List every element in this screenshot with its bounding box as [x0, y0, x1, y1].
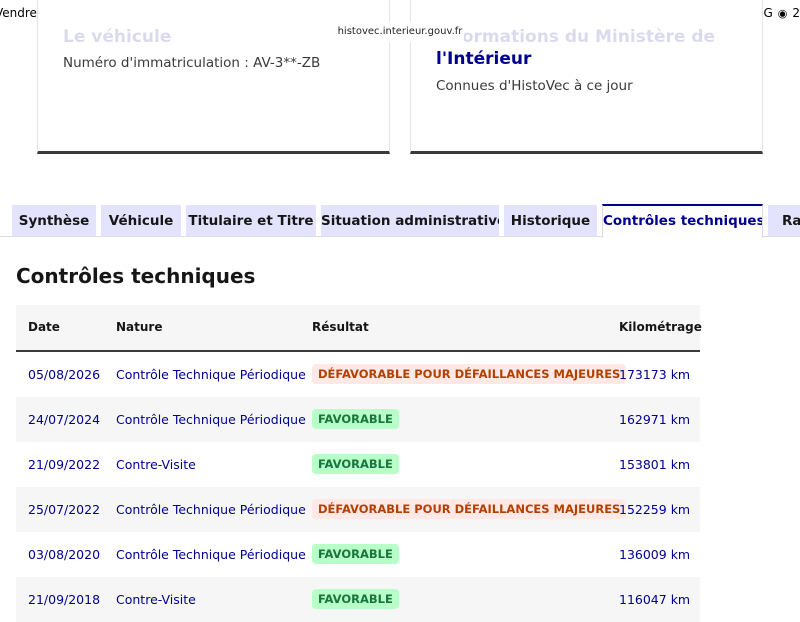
table-header: Date Nature Résultat Kilométrage	[16, 305, 702, 352]
vehicle-card-title: Le véhicule	[63, 27, 172, 47]
tab-vehicule[interactable]: Véhicule	[101, 205, 181, 237]
tab-situation-administrative[interactable]: Situation administrative	[321, 205, 499, 237]
row-date: 25/07/2022	[28, 502, 101, 517]
row-nature: Contrôle Technique Périodique	[116, 547, 306, 562]
table-body: 05/08/2026 Contrôle Technique Périodique D…	[16, 352, 700, 622]
row-date: 24/07/2024	[28, 412, 101, 427]
registration-number: Numéro d'immatriculation : AV-3**-ZB	[63, 55, 321, 71]
tab-controles-techniques[interactable]: Contrôles techniques	[602, 204, 763, 238]
section-title: Contrôles techniques	[16, 264, 256, 288]
wifi-icon: ◉	[777, 6, 788, 20]
tab-bar: Synthèse Véhicule Titulaire et Titre Sit…	[0, 204, 800, 238]
row-mileage: 152259 km	[619, 502, 691, 517]
header-date: Date	[28, 320, 60, 334]
row-date: 05/08/2026	[28, 367, 101, 382]
table-row: 03/08/2020 Contrôle Technique Périodique F…	[16, 532, 700, 577]
url-bar[interactable]: histovec.interieur.gouv.fr	[336, 22, 464, 42]
result-badge: Favorable	[312, 454, 399, 474]
ministry-card-faded-title: Informations du Ministère de	[436, 27, 716, 47]
ministry-card-subtitle: Connues d'HistoVec à ce jour	[436, 78, 633, 94]
row-mileage: 153801 km	[619, 457, 691, 472]
row-nature: Contrôle Technique Périodique	[116, 412, 306, 427]
ministry-card-title: l'Intérieur	[436, 49, 532, 69]
table-row: 25/07/2022 Contrôle Technique Périodique D…	[16, 487, 700, 532]
battery-label: 2	[792, 6, 800, 20]
result-badge: Défavorable pour défaillances majeures	[312, 499, 627, 519]
tab-historique[interactable]: Historique	[504, 205, 597, 237]
row-mileage: 173173 km	[619, 367, 691, 382]
row-nature: Contre-Visite	[116, 457, 196, 472]
row-mileage: 162971 km	[619, 412, 691, 427]
result-badge: Favorable	[312, 409, 399, 429]
result-badge: Favorable	[312, 589, 399, 609]
header-mileage: Kilométrage	[619, 320, 702, 334]
result-badge: Défavorable pour défaillances majeures	[312, 364, 627, 384]
controls-table: Date Nature Résultat Kilométrage 05/08/2…	[16, 305, 702, 622]
row-mileage: 136009 km	[619, 547, 691, 562]
table-row: 24/07/2024 Contrôle Technique Périodique F…	[16, 397, 700, 442]
table-row: 05/08/2026 Contrôle Technique Périodique D…	[16, 352, 700, 397]
row-nature: Contrôle Technique Périodique	[116, 502, 306, 517]
tab-titulaire-titre[interactable]: Titulaire et Titre	[186, 205, 316, 237]
tab-rapport[interactable]: Rapport	[768, 205, 800, 237]
table-row: 21/09/2022 Contre-Visite Favorable 153801 k…	[16, 442, 700, 487]
row-nature: Contrôle Technique Périodique	[116, 367, 306, 382]
header-nature: Nature	[116, 320, 163, 334]
row-date: 21/09/2022	[28, 457, 101, 472]
result-badge: Favorable	[312, 544, 399, 564]
header-result: Résultat	[312, 320, 369, 334]
tab-synthese[interactable]: Synthèse	[12, 205, 96, 237]
row-date: 03/08/2020	[28, 547, 101, 562]
